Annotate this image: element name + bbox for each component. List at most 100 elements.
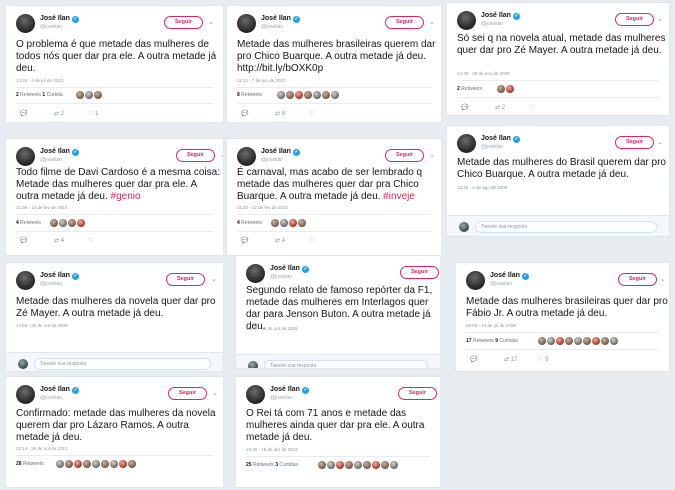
- follow-button[interactable]: Seguir: [615, 136, 654, 149]
- chevron-down-icon[interactable]: ⌄: [657, 138, 663, 146]
- avatar[interactable]: [331, 91, 339, 99]
- follow-button[interactable]: Seguir: [385, 149, 424, 162]
- avatar[interactable]: [390, 461, 398, 469]
- follow-button[interactable]: Seguir: [176, 149, 215, 162]
- avatar[interactable]: [85, 91, 93, 99]
- avatar[interactable]: [313, 91, 321, 99]
- like-button[interactable]: ♡: [309, 237, 314, 244]
- tweet-date[interactable]: 11:22 - 7 de jun de 2010: [237, 78, 285, 83]
- avatar[interactable]: [246, 385, 265, 404]
- avatar[interactable]: [74, 460, 82, 468]
- chevron-down-icon[interactable]: ⌄: [220, 151, 223, 159]
- avatar[interactable]: [322, 91, 330, 99]
- follow-button[interactable]: Seguir: [385, 16, 424, 29]
- avatar[interactable]: [354, 461, 362, 469]
- author-handle[interactable]: @joseilan: [481, 144, 503, 150]
- avatar[interactable]: [457, 134, 476, 153]
- reply-input[interactable]: Tweete sua resposta: [34, 358, 211, 370]
- author-name[interactable]: José Ilan ✓: [40, 272, 79, 280]
- avatar[interactable]: [92, 460, 100, 468]
- author-name[interactable]: José Ilan ✓: [40, 386, 79, 394]
- reply-icon[interactable]: 💬: [241, 110, 248, 117]
- avatar[interactable]: [16, 271, 35, 290]
- reply-icon[interactable]: 💬: [20, 237, 27, 244]
- retweet-button[interactable]: ⇄ 17: [504, 356, 517, 363]
- follow-button[interactable]: Seguir: [398, 387, 437, 400]
- author-name[interactable]: José Ilan ✓: [270, 386, 309, 394]
- avatar[interactable]: [336, 461, 344, 469]
- author-handle[interactable]: @joseilan: [261, 157, 283, 163]
- retweet-button[interactable]: ⇄ 2: [54, 110, 64, 117]
- avatar[interactable]: [101, 460, 109, 468]
- follow-button[interactable]: Seguir: [164, 16, 203, 29]
- avatar[interactable]: [83, 460, 91, 468]
- author-handle[interactable]: @joseilan: [490, 281, 512, 287]
- avatar[interactable]: [565, 337, 573, 345]
- avatar[interactable]: [466, 271, 485, 290]
- hashtag-link[interactable]: #genio: [111, 191, 141, 202]
- chevron-down-icon[interactable]: ⌄: [440, 389, 441, 397]
- follow-button[interactable]: Seguir: [615, 13, 654, 26]
- follow-button[interactable]: Seguir: [168, 387, 207, 400]
- avatar[interactable]: [237, 14, 256, 33]
- chevron-down-icon[interactable]: ⌄: [211, 275, 217, 283]
- hashtag-link[interactable]: #inveje: [383, 191, 415, 202]
- avatar[interactable]: [381, 461, 389, 469]
- avatar[interactable]: [298, 219, 306, 227]
- like-button[interactable]: ♡ 1: [88, 110, 98, 117]
- retweet-count[interactable]: 17: [466, 338, 472, 344]
- retweet-count[interactable]: 2: [16, 92, 19, 98]
- chevron-down-icon[interactable]: ⌄: [660, 275, 666, 283]
- tweet-date[interactable]: 11:33 - 12 de fev de 2010: [237, 205, 288, 210]
- retweet-count[interactable]: 4: [237, 220, 240, 226]
- author-name[interactable]: José Ilan ✓: [261, 148, 300, 156]
- avatar[interactable]: [94, 91, 102, 99]
- author-name[interactable]: José Ilan ✓: [40, 148, 79, 156]
- chevron-down-icon[interactable]: ⌄: [429, 151, 435, 159]
- retweet-count[interactable]: 28: [16, 461, 22, 467]
- author-handle[interactable]: @joseilan: [40, 157, 62, 163]
- retweet-count[interactable]: 25: [246, 462, 252, 468]
- author-handle[interactable]: @joseilan: [40, 24, 62, 30]
- avatar[interactable]: [506, 85, 514, 93]
- chevron-down-icon[interactable]: ⌄: [657, 15, 663, 23]
- avatar[interactable]: [16, 385, 35, 404]
- avatar[interactable]: [289, 219, 297, 227]
- author-name[interactable]: José Ilan ✓: [490, 272, 529, 280]
- avatar[interactable]: [304, 91, 312, 99]
- tweet-date[interactable]: 21:05 - 19 de out de 2009: [246, 326, 298, 331]
- author-name[interactable]: José Ilan ✓: [40, 15, 79, 23]
- like-count[interactable]: 9: [495, 338, 498, 344]
- avatar[interactable]: [16, 14, 35, 33]
- tweet-date[interactable]: 13:48 - 2 de ago de 2009: [457, 185, 507, 190]
- avatar[interactable]: [59, 219, 67, 227]
- avatar[interactable]: [110, 460, 118, 468]
- tweet-date[interactable]: 14:55 - 26 de out de 2009: [16, 323, 68, 328]
- chevron-down-icon[interactable]: ⌄: [208, 18, 214, 26]
- reply-input[interactable]: Tweete sua resposta: [475, 221, 657, 233]
- retweet-button[interactable]: ⇄ 8: [275, 110, 285, 117]
- retweet-button[interactable]: ⇄ 2: [495, 104, 505, 111]
- author-name[interactable]: José Ilan ✓: [481, 135, 520, 143]
- avatar[interactable]: [547, 337, 555, 345]
- like-button[interactable]: ♡: [529, 104, 534, 111]
- avatar[interactable]: [610, 337, 618, 345]
- avatar[interactable]: [77, 219, 85, 227]
- avatar[interactable]: [574, 337, 582, 345]
- avatar[interactable]: [363, 461, 371, 469]
- avatar[interactable]: [592, 337, 600, 345]
- tweet-date[interactable]: 14:38 - 28 de nov de 2009: [457, 71, 510, 76]
- avatar[interactable]: [68, 219, 76, 227]
- avatar[interactable]: [237, 147, 256, 166]
- author-handle[interactable]: @joseilan: [481, 21, 503, 27]
- avatar[interactable]: [50, 219, 58, 227]
- retweet-count[interactable]: 4: [16, 220, 19, 226]
- avatar[interactable]: [538, 337, 546, 345]
- retweet-button[interactable]: ⇄ 4: [275, 237, 285, 244]
- retweet-count[interactable]: 8: [237, 92, 240, 98]
- retweet-button[interactable]: ⇄ 4: [54, 237, 64, 244]
- avatar[interactable]: [246, 264, 265, 283]
- avatar[interactable]: [295, 91, 303, 99]
- reply-icon[interactable]: 💬: [241, 237, 248, 244]
- avatar[interactable]: [583, 337, 591, 345]
